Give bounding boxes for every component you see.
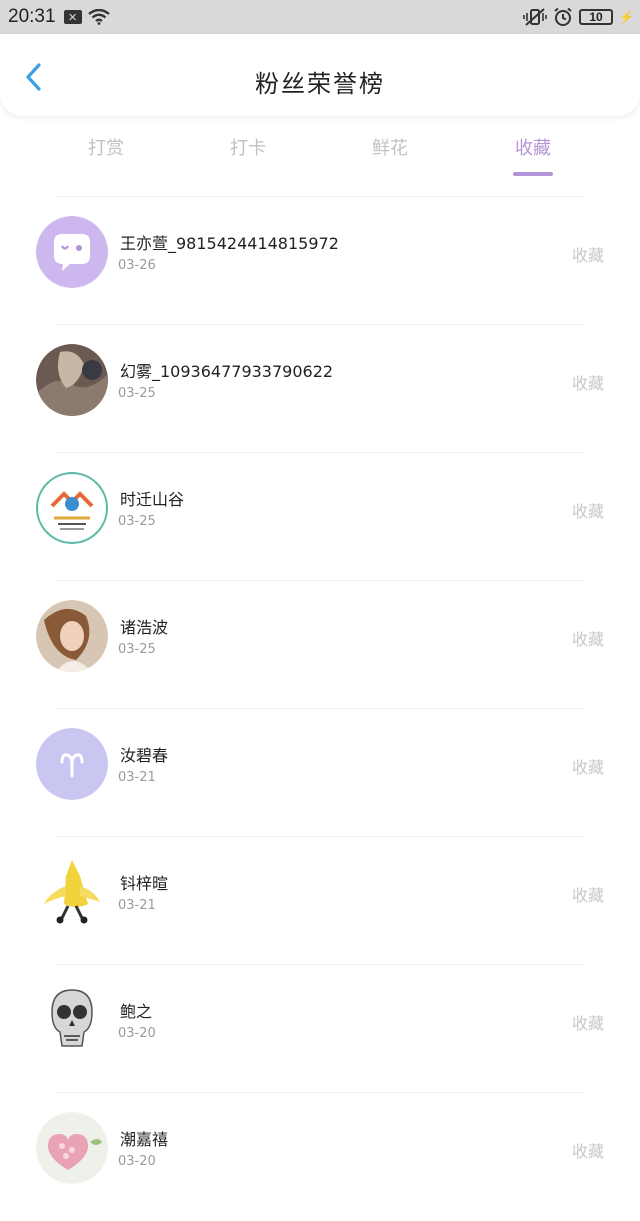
divider	[56, 580, 584, 581]
fan-list: 王亦萱_9815424414815972 03-26 收藏 幻雾_1093647…	[0, 196, 640, 1220]
fan-date: 03-25	[118, 642, 156, 657]
avatar[interactable]	[36, 1112, 108, 1184]
list-item[interactable]: 王亦萱_9815424414815972 03-26 收藏	[0, 196, 640, 324]
avatar[interactable]	[36, 600, 108, 672]
avatar[interactable]	[36, 728, 108, 800]
favorite-action[interactable]: 收藏	[572, 754, 604, 778]
divider	[56, 1092, 584, 1093]
fan-name: 王亦萱_9815424414815972	[120, 234, 339, 253]
list-item[interactable]: 时迁山谷 03-25 收藏	[0, 452, 640, 580]
list-item[interactable]: 潮嘉禧 03-20 收藏	[0, 1092, 640, 1220]
fan-date: 03-25	[118, 514, 156, 529]
avatar[interactable]	[36, 216, 108, 288]
favorite-action[interactable]: 收藏	[572, 370, 604, 394]
tab-reward[interactable]: 打赏	[66, 134, 146, 160]
divider	[56, 964, 584, 965]
list-item[interactable]: 钭梓暄 03-21 收藏	[0, 836, 640, 964]
list-item[interactable]: 鲍之 03-20 收藏	[0, 964, 640, 1092]
wifi-icon	[87, 9, 110, 25]
divider	[56, 836, 584, 837]
alarm-icon	[553, 7, 573, 27]
app-header: 粉丝荣誉榜	[0, 34, 640, 116]
status-bar: 20:31 ✕ 10 ⚡	[0, 0, 640, 34]
fan-name: 潮嘉禧	[120, 1130, 169, 1149]
list-item[interactable]: 幻雾_10936477933790622 03-25 收藏	[0, 324, 640, 452]
battery-icon: 10	[579, 9, 614, 25]
favorite-action[interactable]: 收藏	[572, 1138, 604, 1162]
fan-date: 03-26	[118, 258, 156, 273]
divider	[56, 452, 584, 453]
page-title: 粉丝荣誉榜	[255, 70, 385, 98]
charging-icon: ⚡	[619, 10, 634, 24]
avatar[interactable]	[36, 344, 108, 416]
tab-checkin[interactable]: 打卡	[208, 134, 288, 160]
fan-name: 幻雾_10936477933790622	[120, 362, 334, 381]
favorite-action[interactable]: 收藏	[572, 498, 604, 522]
status-time: 20:31	[8, 6, 56, 27]
tab-label: 收藏	[515, 138, 551, 159]
fan-name: 钭梓暄	[120, 874, 169, 893]
fan-name: 鲍之	[120, 1002, 153, 1021]
fan-name: 诸浩波	[120, 618, 169, 637]
avatar[interactable]	[36, 472, 108, 544]
avatar[interactable]	[36, 984, 108, 1056]
divider	[56, 196, 584, 197]
tab-label: 打赏	[88, 138, 124, 159]
vibrate-mute-icon	[523, 8, 547, 26]
divider	[56, 324, 584, 325]
tab-label: 鲜花	[372, 138, 408, 159]
avatar[interactable]	[36, 856, 108, 928]
fan-name: 汝碧春	[120, 746, 169, 765]
fan-date: 03-20	[118, 1026, 156, 1041]
fan-date: 03-20	[118, 1154, 156, 1169]
fan-name: 时迁山谷	[120, 490, 185, 509]
list-item[interactable]: 诸浩波 03-25 收藏	[0, 580, 640, 708]
tab-flowers[interactable]: 鲜花	[350, 134, 430, 160]
fan-date: 03-25	[118, 386, 156, 401]
list-item[interactable]: 汝碧春 03-21 收藏	[0, 708, 640, 836]
divider	[56, 708, 584, 709]
tab-bar: 打赏 打卡 鲜花 收藏	[0, 130, 640, 180]
active-tab-indicator	[513, 172, 553, 176]
fan-date: 03-21	[118, 770, 156, 785]
favorite-action[interactable]: 收藏	[572, 1010, 604, 1034]
favorite-action[interactable]: 收藏	[572, 626, 604, 650]
notification-x-icon: ✕	[63, 10, 82, 24]
fan-date: 03-21	[118, 898, 156, 913]
favorite-action[interactable]: 收藏	[572, 882, 604, 906]
tab-label: 打卡	[230, 138, 266, 159]
tab-favorites[interactable]: 收藏	[493, 134, 573, 176]
favorite-action[interactable]: 收藏	[572, 242, 604, 266]
